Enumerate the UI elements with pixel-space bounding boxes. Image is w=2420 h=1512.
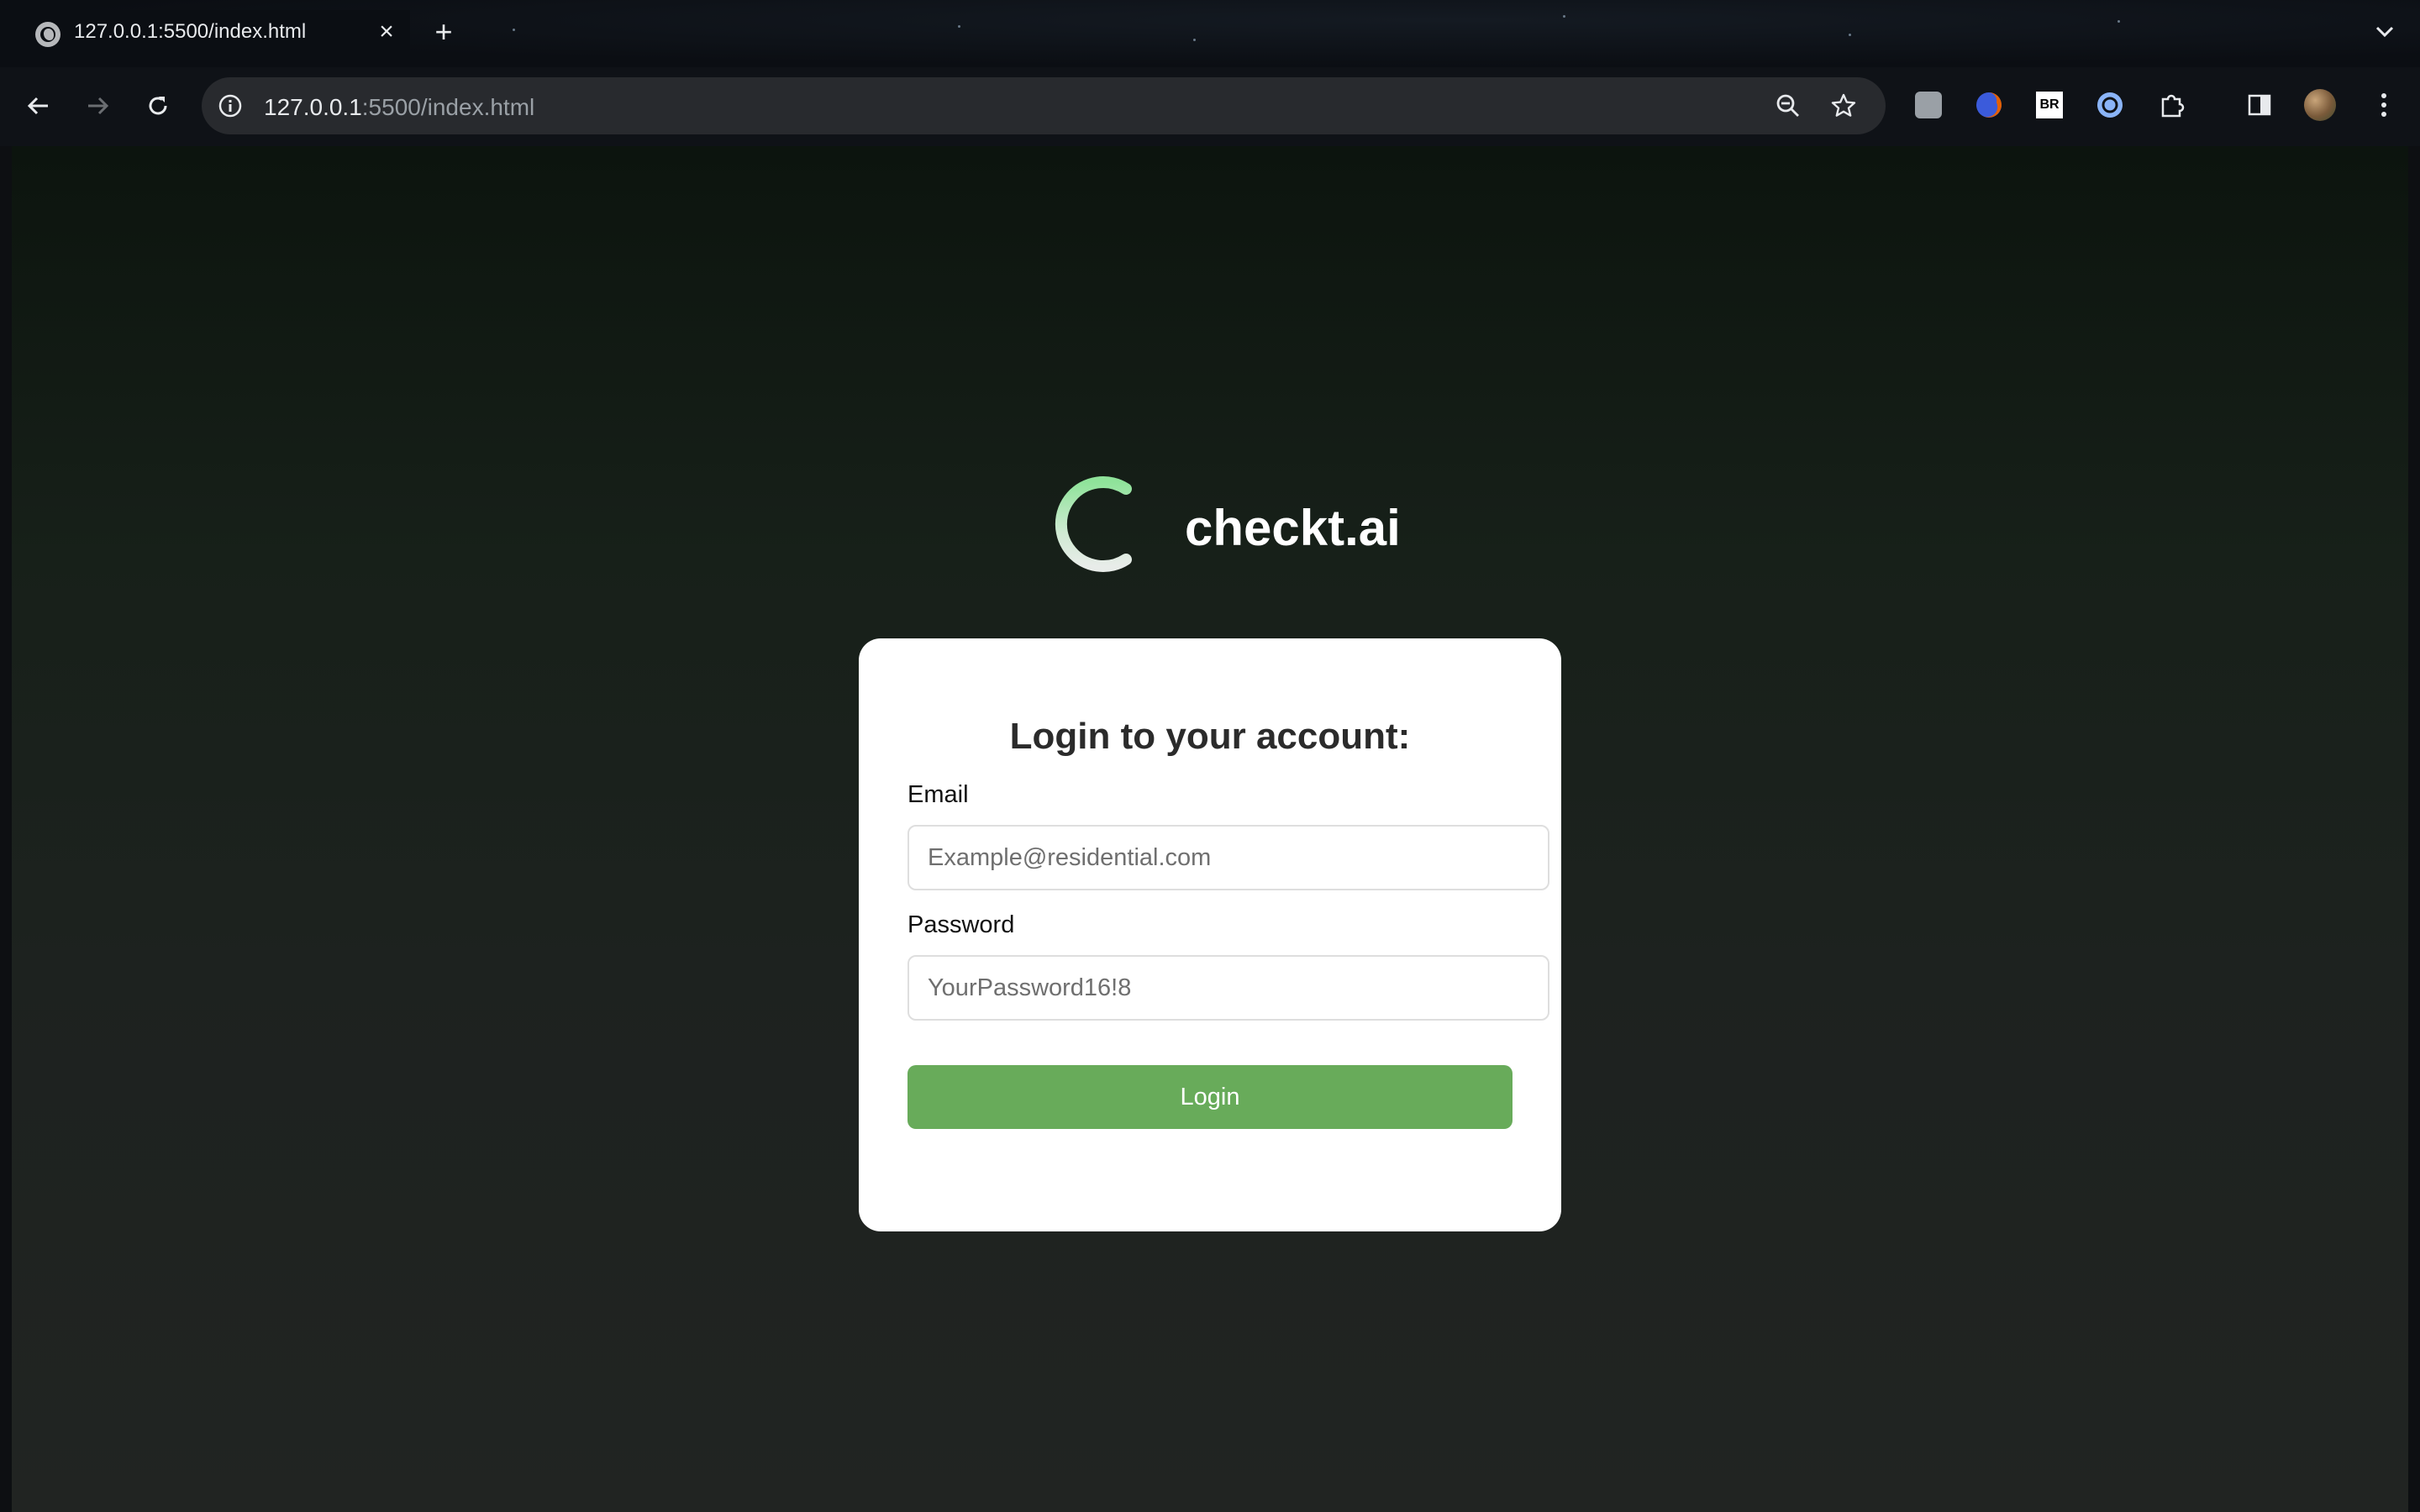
decorative-dot <box>2118 20 2120 23</box>
back-button[interactable] <box>17 84 60 128</box>
arrow-left-icon <box>27 97 48 115</box>
decorative-dot <box>513 29 515 31</box>
ext-grammar-icon[interactable] <box>2094 89 2126 121</box>
kebab-menu-icon[interactable] <box>2368 89 2400 121</box>
close-tab-icon[interactable]: × <box>370 15 403 49</box>
email-field[interactable] <box>908 825 1549 890</box>
brand-header: checkt.ai <box>1039 465 1408 583</box>
login-button[interactable]: Login <box>908 1065 1512 1129</box>
browser-chrome: 127.0.0.1:5500/index.html × + 127.0.0.1:… <box>0 0 2420 146</box>
url-text[interactable]: 127.0.0.1:5500/index.html <box>264 94 534 121</box>
checkt-logo-icon <box>1055 476 1132 572</box>
tab-list-chevron-icon[interactable] <box>2368 15 2402 49</box>
extensions-puzzle-icon[interactable] <box>2156 89 2188 121</box>
url-path: :5500/index.html <box>361 94 535 120</box>
url-host: 127.0.0.1 <box>264 94 362 120</box>
brand-name: checkt.ai <box>1185 500 1401 556</box>
bookmark-star-icon[interactable] <box>1828 91 1859 121</box>
email-label: Email <box>908 781 969 808</box>
globe-icon <box>35 22 60 47</box>
login-card: Login to your account: Email Password Lo… <box>859 638 1561 1231</box>
login-title: Login to your account: <box>1009 716 1411 757</box>
password-field[interactable] <box>908 955 1549 1021</box>
arrow-right-icon <box>88 97 109 115</box>
reload-icon <box>149 97 167 115</box>
ext-br-icon[interactable]: BR <box>2033 89 2065 121</box>
side-panel-icon[interactable] <box>2244 89 2275 121</box>
decorative-dot <box>1563 15 1565 18</box>
decorative-dot <box>958 25 960 28</box>
forward-button[interactable] <box>76 84 119 128</box>
address-bar[interactable]: 127.0.0.1:5500/index.html <box>202 77 1886 134</box>
profile-avatar-icon[interactable] <box>2304 89 2336 121</box>
password-label: Password <box>908 911 1015 938</box>
ext-gray-icon[interactable] <box>1912 89 1944 121</box>
browser-toolbar: 127.0.0.1:5500/index.html BR <box>0 67 2420 146</box>
decorative-dot <box>1193 39 1196 41</box>
decorative-dot <box>1849 34 1851 36</box>
zoom-out-icon[interactable] <box>1773 91 1803 121</box>
browser-tab[interactable]: 127.0.0.1:5500/index.html × <box>15 10 410 67</box>
reload-button[interactable] <box>136 84 180 128</box>
ext-firefox-icon[interactable] <box>1973 89 2005 121</box>
new-tab-button[interactable]: + <box>427 15 460 49</box>
tab-strip: 127.0.0.1:5500/index.html × + <box>0 0 2420 67</box>
site-info-icon[interactable] <box>215 91 245 121</box>
page-viewport: checkt.ai Login to your account: Email P… <box>12 146 2408 1512</box>
tab-title: 127.0.0.1:5500/index.html <box>74 20 307 43</box>
